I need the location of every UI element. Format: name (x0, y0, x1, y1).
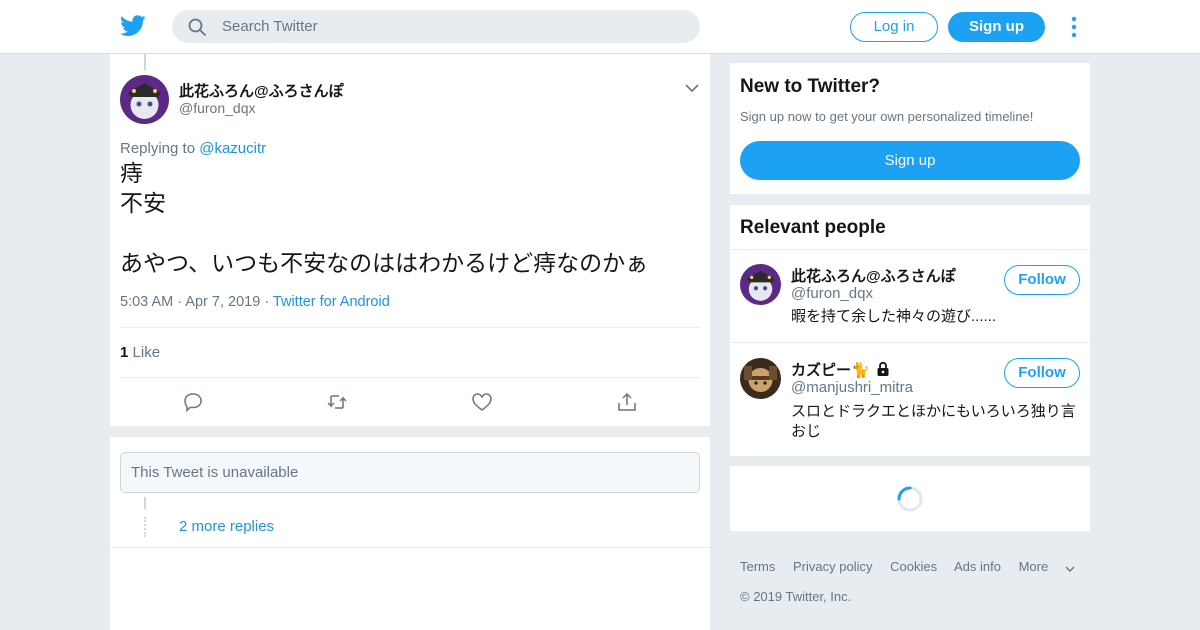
more-options-icon[interactable] (1066, 14, 1082, 40)
person-bio: 暇を持て余した神々の遊び...... (791, 308, 997, 325)
person-handle[interactable]: @manjushri_mitra (791, 379, 913, 396)
like-count-label: Like (132, 344, 161, 361)
unavailable-tweet: This Tweet is unavailable (120, 452, 700, 493)
relevant-people-card: Relevant people 此花ふろん@ふろさんぽ @furon_dqx 暇… (730, 205, 1090, 456)
person-name[interactable]: 此花ふろん@ふろさんぽ (791, 265, 956, 286)
replying-prefix: Replying to (120, 140, 196, 157)
top-navigation-bar: Search Twitter Log in Sign up (0, 0, 1200, 54)
person-handle[interactable]: @furon_dqx (791, 285, 873, 302)
like-count[interactable]: 1 Like (120, 344, 160, 361)
like-count-number: 1 (120, 344, 129, 361)
twitter-bird-icon[interactable] (120, 14, 146, 38)
person-name[interactable]: カズピー🐈 (791, 359, 890, 380)
divider (730, 249, 1090, 250)
retweet-icon[interactable] (326, 391, 348, 413)
divider (730, 342, 1090, 343)
loading-card (730, 466, 1090, 531)
tweet-time: 5:03 AM (120, 294, 174, 310)
author-name[interactable]: 此花ふろん@ふろさんぽ (179, 80, 344, 101)
meta-separator: · (264, 294, 273, 310)
signup-promo-subtitle: Sign up now to get your own personalized… (740, 109, 1034, 124)
search-input[interactable]: Search Twitter (172, 10, 700, 43)
thread-connector (144, 497, 146, 509)
replying-to: Replying to @kazucitr (120, 140, 266, 157)
thread-dots (144, 517, 146, 537)
follow-button[interactable]: Follow (1004, 265, 1080, 295)
heart-icon[interactable] (471, 391, 493, 413)
lock-icon (877, 361, 889, 376)
chevron-down-icon[interactable] (685, 83, 699, 93)
footer-link-more[interactable]: More (1019, 559, 1076, 574)
follow-button[interactable]: Follow (1004, 358, 1080, 388)
tweet-card: 此花ふろん@ふろさんぽ @furon_dqx Replying to @kazu… (110, 54, 710, 426)
footer-links: Terms Privacy policy Cookies Ads info Mo… (740, 559, 1089, 574)
tweet-date: Apr 7, 2019 (185, 294, 261, 310)
replying-to-link[interactable]: @kazucitr (199, 140, 266, 157)
loading-spinner-icon (897, 486, 923, 512)
avatar[interactable] (740, 264, 781, 305)
reply-icon[interactable] (182, 391, 204, 413)
author-handle[interactable]: @furon_dqx (179, 100, 255, 116)
more-replies-link[interactable]: 2 more replies (179, 518, 274, 535)
divider (110, 547, 710, 548)
avatar[interactable] (740, 358, 781, 399)
footer-link-more-label: More (1018, 559, 1049, 574)
search-placeholder: Search Twitter (222, 18, 318, 35)
tweet-metadata: 5:03 AM · Apr 7, 2019 · Twitter for Andr… (120, 294, 390, 310)
copyright-text: © 2019 Twitter, Inc. (740, 589, 852, 604)
login-button[interactable]: Log in (850, 12, 938, 42)
signup-button[interactable]: Sign up (948, 12, 1045, 42)
divider (120, 327, 700, 328)
tweet-source-link[interactable]: Twitter for Android (273, 294, 390, 310)
signup-promo-title: New to Twitter? (740, 76, 881, 97)
signup-promo-card: New to Twitter? Sign up now to get your … (730, 63, 1090, 194)
replies-card: This Tweet is unavailable 2 more replies (110, 437, 710, 630)
thread-connector (144, 54, 146, 70)
footer-link-privacy[interactable]: Privacy policy (793, 559, 872, 574)
share-icon[interactable] (616, 391, 638, 413)
footer-link-ads-info[interactable]: Ads info (954, 559, 1001, 574)
divider (120, 377, 700, 378)
chevron-down-icon (1065, 566, 1075, 572)
avatar[interactable] (120, 75, 169, 124)
tweet-text: 痔 不安 あやつ、いつも不安なのははわかるけど痔なのかぁ (120, 160, 649, 276)
footer-link-terms[interactable]: Terms (740, 559, 775, 574)
person-name-text: カズピー🐈 (791, 362, 870, 379)
search-icon (188, 18, 206, 36)
signup-promo-button[interactable]: Sign up (740, 141, 1080, 180)
footer-link-cookies[interactable]: Cookies (890, 559, 937, 574)
relevant-people-title: Relevant people (740, 217, 886, 238)
person-bio: スロとドラクエとほかにもいろいろ独り言おじ (791, 403, 1076, 440)
